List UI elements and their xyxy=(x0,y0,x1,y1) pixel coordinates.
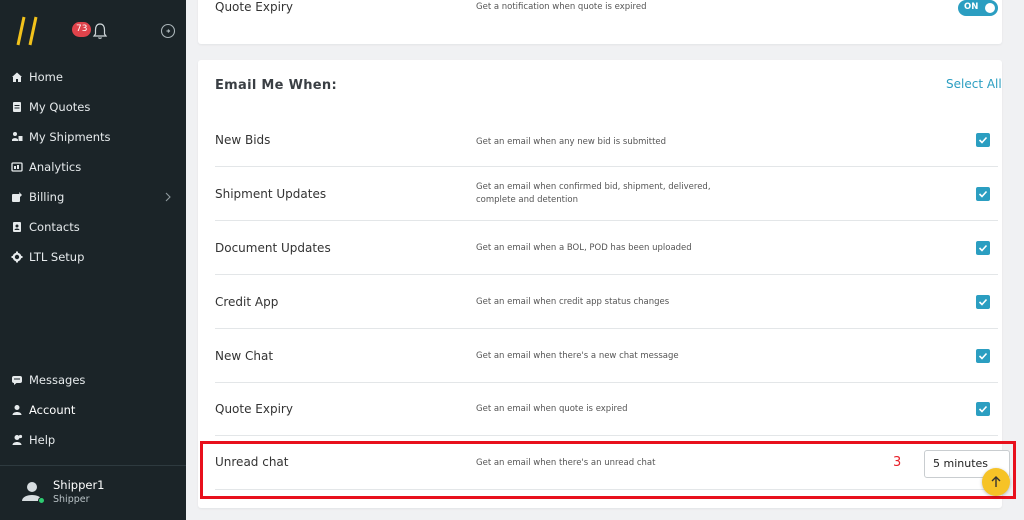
sidebar-item-messages[interactable]: Messages xyxy=(0,365,186,395)
new-bids-checkbox[interactable] xyxy=(976,133,990,147)
sidebar-item-label: LTL Setup xyxy=(29,250,85,264)
notification-badge[interactable]: 73 xyxy=(72,22,92,37)
sidebar-item-contacts[interactable]: Contacts xyxy=(0,212,186,242)
sidebar-item-label: Messages xyxy=(29,373,86,387)
sidebar-item-ltl-setup[interactable]: LTL Setup xyxy=(0,242,186,272)
help-icon xyxy=(11,434,23,446)
sidebar-item-label: My Shipments xyxy=(29,130,111,144)
toggle-label: ON xyxy=(964,2,979,12)
row-description: Get an email when credit app status chan… xyxy=(476,297,670,307)
sidebar-item-label: Billing xyxy=(29,190,65,204)
contacts-icon xyxy=(11,221,23,233)
sidebar-item-label: Account xyxy=(29,403,76,417)
sidebar-item-home[interactable]: Home xyxy=(0,62,186,92)
sidebar-item-label: Contacts xyxy=(29,220,80,234)
select-all-link[interactable]: Select All xyxy=(946,77,1002,91)
user-profile[interactable]: Shipper1 Shipper xyxy=(20,476,180,510)
collapse-sidebar-icon[interactable] xyxy=(160,23,176,39)
sidebar-bottom-nav: Messages Account Help xyxy=(0,365,186,455)
row-title: Quote Expiry xyxy=(215,0,293,14)
sidebar-divider xyxy=(0,465,186,466)
row-title: New Bids xyxy=(215,133,271,147)
analytics-icon xyxy=(11,161,23,173)
credit-app-checkbox[interactable] xyxy=(976,295,990,309)
sidebar-item-label: Help xyxy=(29,433,56,447)
new-chat-checkbox[interactable] xyxy=(976,349,990,363)
sidebar-item-analytics[interactable]: Analytics xyxy=(0,152,186,182)
email-row-credit-app: Credit App Get an email when credit app … xyxy=(215,275,998,329)
shipments-icon xyxy=(11,131,23,143)
document-icon xyxy=(11,101,23,113)
row-description: Get an email when confirmed bid, shipmen… xyxy=(476,182,711,205)
email-row-shipment-updates: Shipment Updates Get an email when confi… xyxy=(215,167,998,221)
row-title: Shipment Updates xyxy=(215,187,327,201)
user-role: Shipper xyxy=(53,494,90,505)
quote-expiry-toggle[interactable]: ON xyxy=(958,0,998,16)
highlight-annotation-box xyxy=(200,441,1016,499)
email-row-quote-expiry: Quote Expiry Get an email when quote is … xyxy=(215,382,998,436)
email-row-new-bids: New Bids Get an email when any new bid i… xyxy=(215,113,998,167)
sidebar-item-label: My Quotes xyxy=(29,100,91,114)
online-status-indicator xyxy=(38,497,45,504)
logo-icon[interactable] xyxy=(16,15,42,47)
arrow-up-icon xyxy=(991,476,1001,487)
user-name: Shipper1 xyxy=(53,478,105,492)
row-description: Get an email when a BOL, POD has been up… xyxy=(476,243,692,253)
sidebar-nav: Home My Quotes My Shipments Analytics Bi… xyxy=(0,62,186,272)
toggle-knob xyxy=(985,3,995,13)
document-updates-checkbox[interactable] xyxy=(976,241,990,255)
email-row-new-chat: New Chat Get an email when there's a new… xyxy=(215,329,998,383)
sidebar-item-account[interactable]: Account xyxy=(0,395,186,425)
row-description: Get a notification when quote is expired xyxy=(476,2,647,12)
user-icon xyxy=(11,404,23,416)
home-icon xyxy=(11,71,23,83)
row-description: Get an email when there's a new chat mes… xyxy=(476,351,679,361)
sidebar: 73 Home My Quotes My Shipments Analytics… xyxy=(0,0,186,520)
sidebar-item-label: Analytics xyxy=(29,160,82,174)
billing-icon xyxy=(11,191,23,203)
chat-icon xyxy=(11,374,23,386)
email-row-document-updates: Document Updates Get an email when a BOL… xyxy=(215,221,998,275)
row-description: Get an email when quote is expired xyxy=(476,404,628,414)
sidebar-item-help[interactable]: Help xyxy=(0,425,186,455)
notification-settings-card: Quote Expiry Get a notification when quo… xyxy=(198,0,1002,44)
gear-icon xyxy=(11,251,23,263)
sidebar-item-label: Home xyxy=(29,70,63,84)
row-title: New Chat xyxy=(215,349,274,363)
shipment-updates-checkbox[interactable] xyxy=(976,187,990,201)
bell-icon[interactable] xyxy=(92,22,108,40)
row-title: Document Updates xyxy=(215,241,331,255)
row-title: Quote Expiry xyxy=(215,402,293,416)
sidebar-item-my-shipments[interactable]: My Shipments xyxy=(0,122,186,152)
row-title: Credit App xyxy=(215,295,279,309)
row-description: Get an email when any new bid is submitt… xyxy=(476,137,667,147)
sidebar-item-billing[interactable]: Billing xyxy=(0,182,186,212)
sidebar-item-my-quotes[interactable]: My Quotes xyxy=(0,92,186,122)
scroll-to-top-button[interactable] xyxy=(982,468,1010,496)
section-title: Email Me When: xyxy=(215,78,337,93)
quote-expiry-checkbox[interactable] xyxy=(976,402,990,416)
chevron-right-icon[interactable] xyxy=(164,192,172,202)
